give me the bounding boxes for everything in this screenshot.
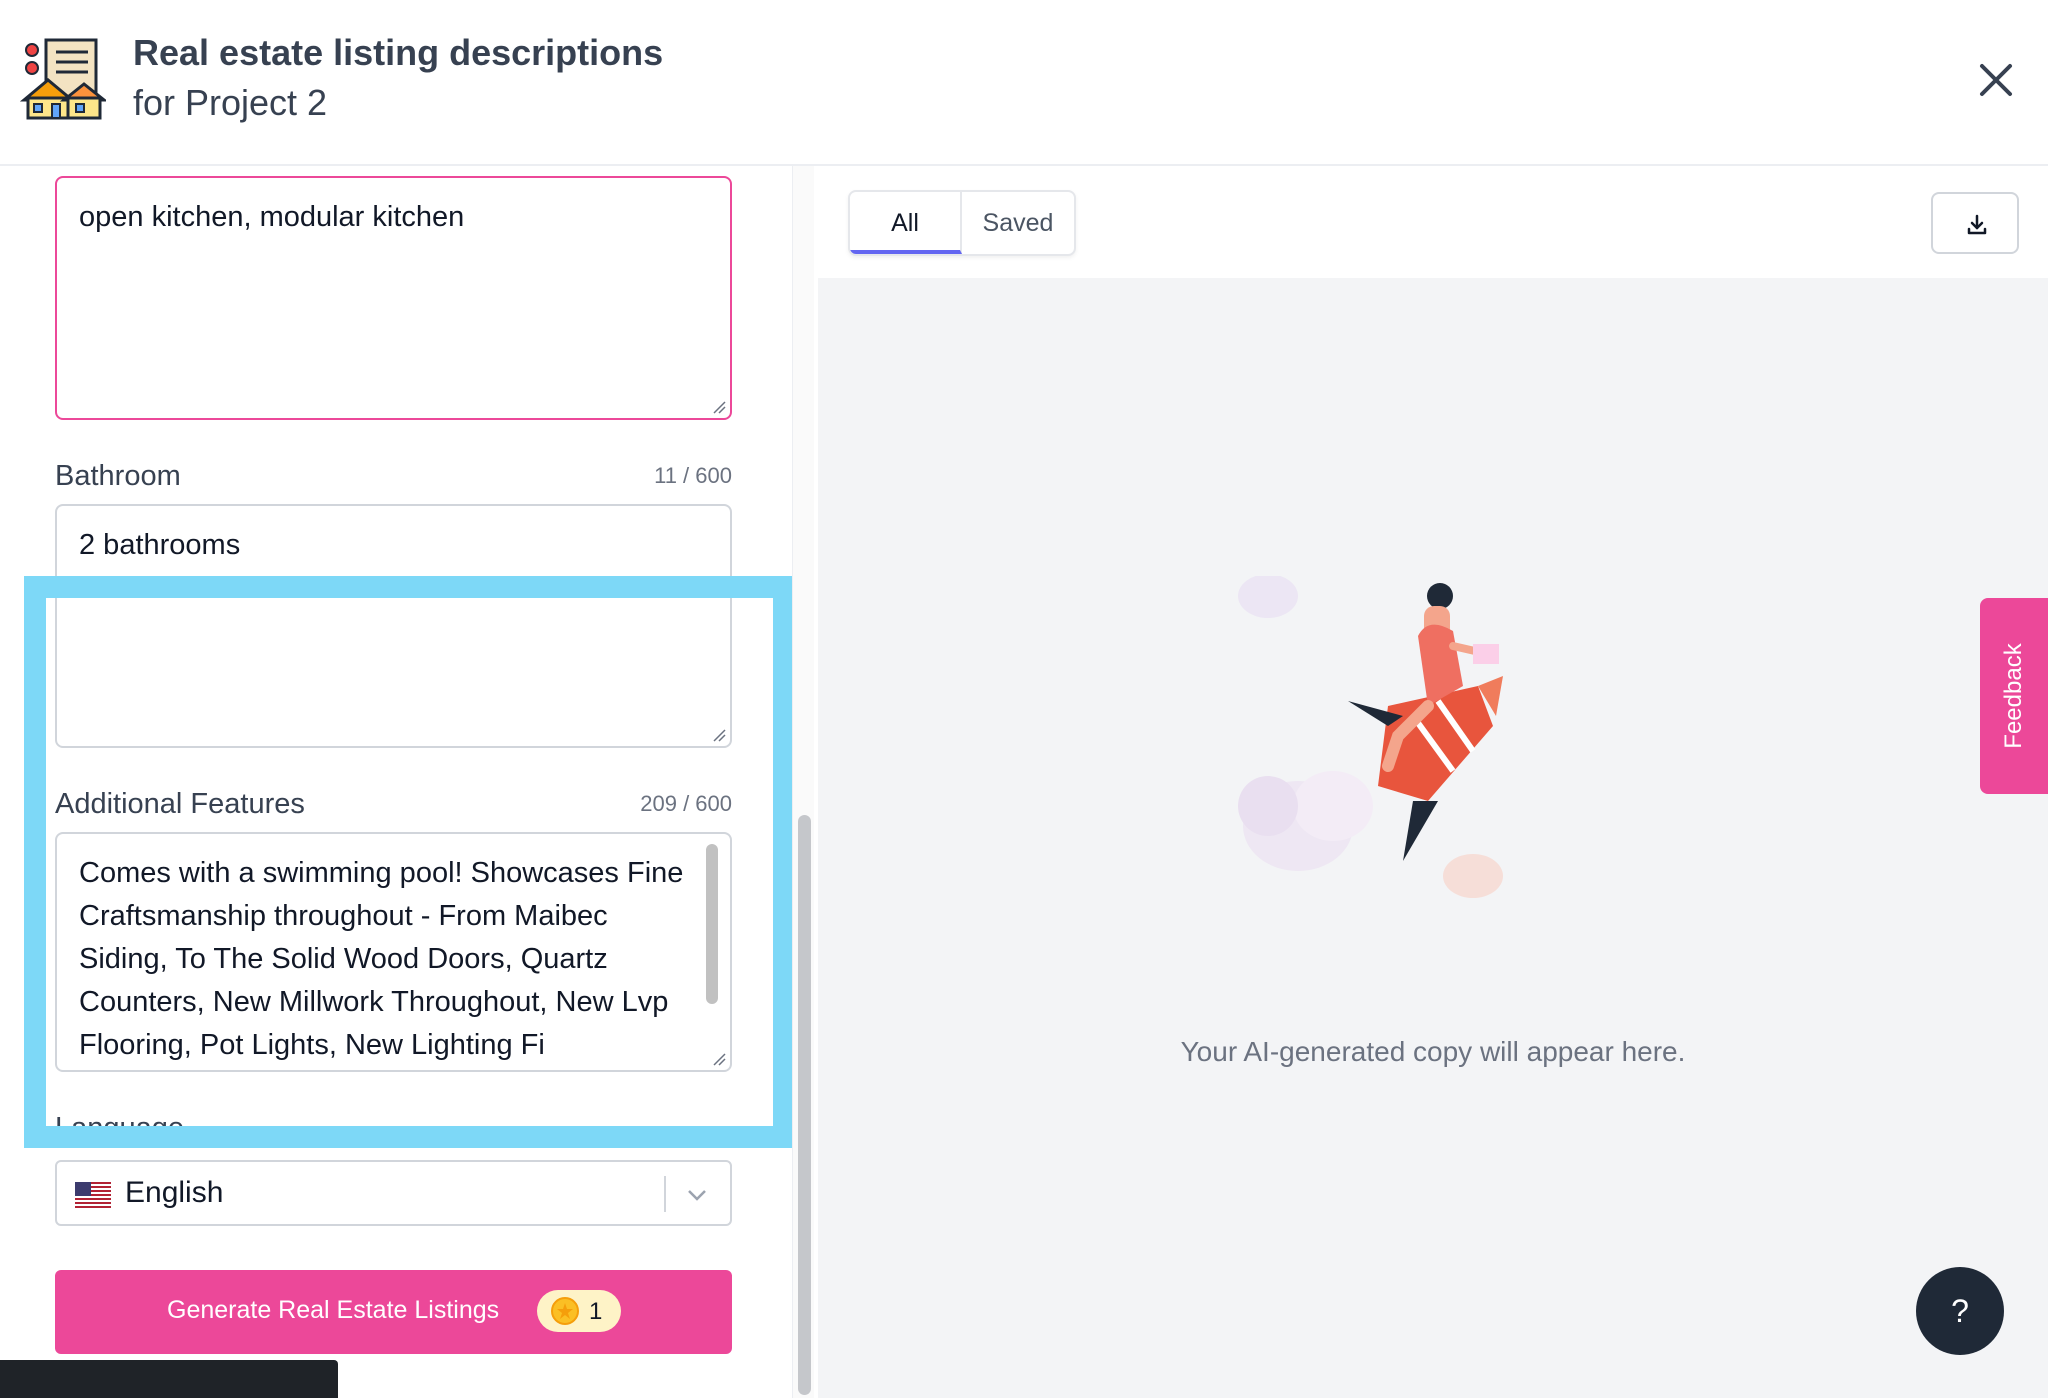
- bathroom-char-counter: 11 / 600: [654, 463, 732, 488]
- textarea-scrollbar[interactable]: [706, 844, 718, 1004]
- empty-state-text: Your AI-generated copy will appear here.: [1180, 1036, 1686, 1067]
- empty-state-message: Your AI-generated copy will appear here.: [818, 1036, 2048, 1068]
- language-select[interactable]: English: [55, 1160, 732, 1226]
- bottom-toast-bar: [0, 1360, 338, 1398]
- language-selected-value: English: [125, 1176, 224, 1209]
- rocket-rider-illustration: [1238, 576, 1503, 898]
- page-title: Real estate listing descriptions: [133, 32, 664, 73]
- tab-all[interactable]: All: [850, 192, 962, 254]
- chevron-down-icon[interactable]: [684, 1182, 710, 1208]
- select-divider: [664, 1176, 666, 1212]
- resize-handle-icon[interactable]: [712, 1052, 726, 1066]
- kitchen-textarea-value: open kitchen, modular kitchen: [79, 201, 465, 233]
- resize-handle-icon[interactable]: [712, 728, 726, 742]
- additional-features-textarea-value: Comes with a swimming pool! Showcases Fi…: [79, 857, 684, 1061]
- form-scrollbar-thumb[interactable]: [798, 815, 811, 1395]
- credit-cost-badge: 1: [537, 1290, 621, 1332]
- credit-count: 1: [589, 1298, 603, 1325]
- bathroom-textarea[interactable]: 2 bathrooms: [55, 504, 732, 748]
- download-icon: [1967, 214, 1987, 235]
- bathroom-label: Bathroom: [55, 460, 181, 492]
- generate-listings-button[interactable]: Generate Real Estate Listings 1: [55, 1270, 732, 1354]
- project-subtitle: for Project 2: [133, 82, 328, 123]
- language-label: Language: [55, 1112, 185, 1136]
- generate-button-label: Generate Real Estate Listings: [167, 1296, 500, 1324]
- feedback-label: Feedback: [2000, 643, 2027, 749]
- results-toolbar: All Saved: [818, 166, 2048, 278]
- coin-icon: [551, 1297, 579, 1325]
- tab-saved[interactable]: Saved: [962, 192, 1074, 254]
- bathroom-textarea-value: 2 bathrooms: [79, 529, 241, 561]
- close-icon[interactable]: [1972, 56, 2020, 104]
- resize-handle-icon[interactable]: [712, 400, 726, 414]
- additional-features-char-counter: 209 / 600: [640, 791, 732, 816]
- results-panel: All Saved Your AI-generated copy will ap: [818, 166, 2048, 1398]
- help-button[interactable]: ?: [1916, 1267, 2004, 1355]
- modal-header: Real estate listing descriptions for Pro…: [0, 0, 2048, 166]
- feedback-tab[interactable]: Feedback: [1980, 598, 2048, 794]
- kitchen-textarea[interactable]: open kitchen, modular kitchen: [55, 176, 732, 420]
- additional-features-label: Additional Features: [55, 788, 305, 820]
- real-estate-document-icon: [20, 38, 106, 120]
- results-tabs: All Saved: [848, 190, 1076, 256]
- additional-features-textarea[interactable]: Comes with a swimming pool! Showcases Fi…: [55, 832, 732, 1072]
- us-flag-icon: [75, 1182, 111, 1208]
- download-button[interactable]: [1931, 192, 2019, 254]
